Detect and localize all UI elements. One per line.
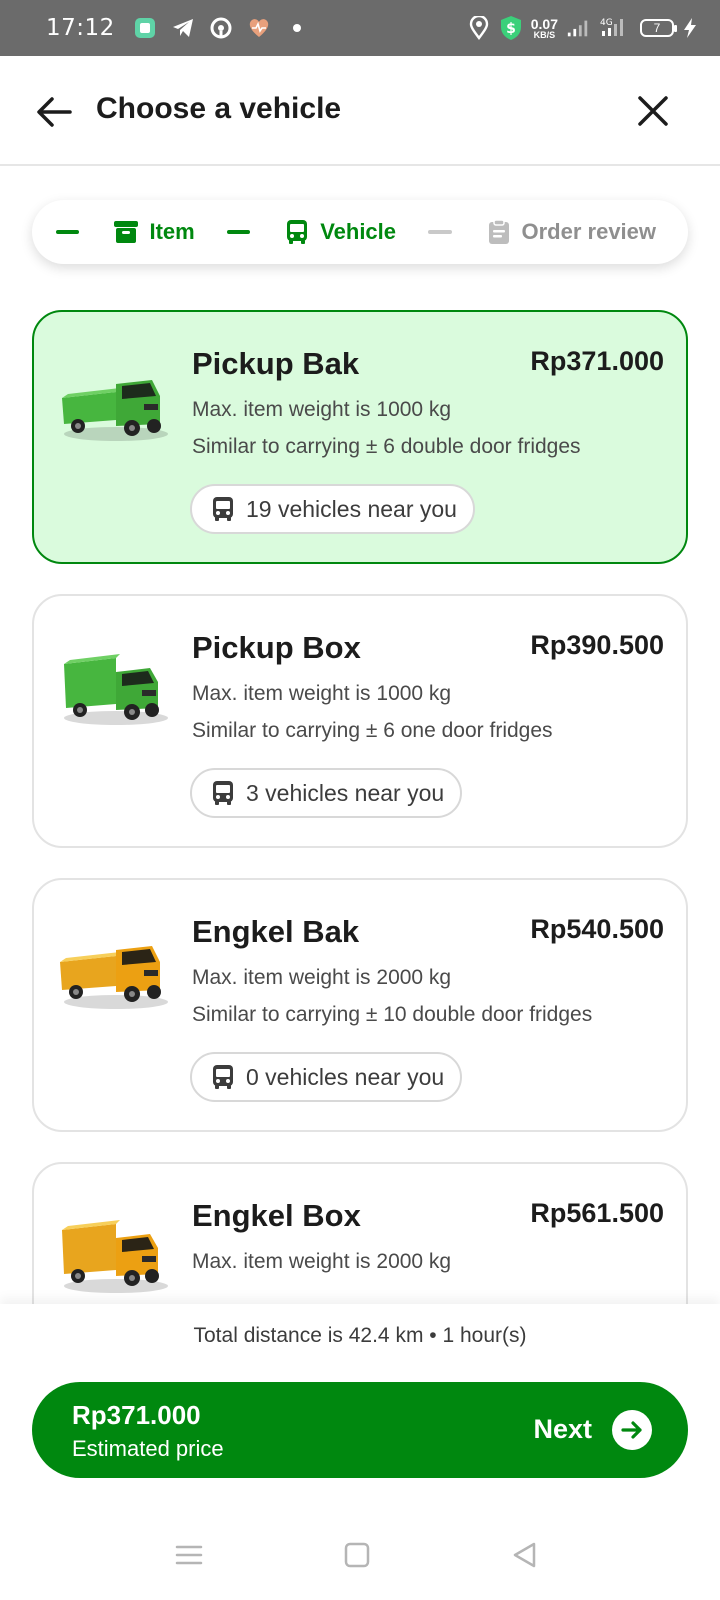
vehicle-max-weight: Max. item weight is 2000 kg bbox=[192, 966, 452, 989]
engkel-box-truck-image bbox=[54, 1214, 174, 1300]
vehicle-max-weight: Max. item weight is 1000 kg bbox=[192, 398, 452, 421]
vehicle-price: Rp561.500 bbox=[530, 1198, 664, 1228]
back-button[interactable] bbox=[34, 92, 74, 132]
step-vehicle-label: Vehicle bbox=[320, 219, 397, 244]
nearby-vehicles-text: 3 vehicles near you bbox=[246, 779, 445, 806]
menu-lines-icon bbox=[175, 1545, 203, 1565]
next-label: Next bbox=[533, 1414, 592, 1444]
recent-apps-button[interactable] bbox=[174, 1540, 204, 1570]
signal-strength-icon bbox=[566, 16, 590, 40]
next-button[interactable]: Rp371.000 Estimated price Next bbox=[32, 1382, 688, 1478]
app-notification-icon bbox=[133, 16, 157, 40]
vehicle-name: Engkel Box bbox=[192, 1198, 361, 1233]
vehicle-card-pickup-box[interactable]: Pickup Box Rp390.500 Max. item weight is… bbox=[32, 594, 688, 848]
telegram-icon bbox=[171, 16, 195, 40]
step-connector bbox=[428, 230, 452, 234]
bus-icon bbox=[210, 1064, 236, 1090]
total-distance: Total distance is 42.4 km • 1 hour(s) bbox=[193, 1324, 527, 1347]
charging-bolt-icon bbox=[682, 16, 698, 40]
nearby-vehicles-text: 0 vehicles near you bbox=[246, 1063, 445, 1090]
step-order-review[interactable]: Order review bbox=[486, 219, 657, 245]
vehicle-capacity-comparison: Similar to carrying ± 6 one door fridges bbox=[192, 719, 553, 742]
battery-icon: 7 bbox=[640, 19, 677, 37]
step-item-label: Item bbox=[149, 219, 195, 244]
pickup-bak-truck-image bbox=[54, 362, 174, 448]
more-dot-icon bbox=[285, 16, 309, 40]
vehicle-price: Rp540.500 bbox=[530, 914, 664, 944]
vehicle-name: Engkel Bak bbox=[192, 914, 360, 949]
network-speed: 0.07 KB/S bbox=[531, 17, 558, 40]
status-time: 17:12 bbox=[46, 15, 115, 41]
engkel-bak-truck-image bbox=[54, 930, 174, 1016]
network-speed-value: 0.07 bbox=[530, 15, 558, 32]
pickup-box-truck-image bbox=[54, 646, 174, 732]
vehicle-name: Pickup Bak bbox=[192, 346, 360, 381]
nearby-vehicles-badge: 3 vehicles near you bbox=[190, 768, 463, 818]
step-connector bbox=[226, 230, 251, 234]
bus-icon bbox=[210, 496, 236, 522]
status-bar: 17:12 $ 0.07 KB/S 4G 7 bbox=[0, 0, 720, 56]
vehicle-capacity-comparison: Similar to carrying ± 6 double door frid… bbox=[192, 435, 581, 458]
network-speed-unit: KB/S bbox=[533, 29, 556, 40]
vehicle-max-weight: Max. item weight is 2000 kg bbox=[192, 1250, 452, 1273]
bus-icon bbox=[210, 780, 236, 806]
nearby-vehicles-badge: 19 vehicles near you bbox=[190, 484, 475, 534]
clipboard-icon bbox=[486, 219, 512, 245]
step-item[interactable]: Item bbox=[113, 219, 195, 245]
battery-level: 7 bbox=[653, 21, 661, 35]
step-order-review-label: Order review bbox=[521, 219, 657, 244]
system-status-icons: $ 0.07 KB/S 4G 7 bbox=[467, 16, 698, 40]
system-navigation-bar bbox=[0, 1510, 720, 1600]
estimated-price-value: Rp371.000 bbox=[72, 1400, 201, 1430]
signal-4g-icon: 4G bbox=[598, 16, 632, 40]
triangle-back-icon bbox=[513, 1542, 536, 1568]
bus-icon bbox=[284, 219, 310, 245]
vehicle-name: Pickup Box bbox=[192, 630, 361, 665]
shield-dollar-icon: $ bbox=[499, 16, 523, 40]
home-button[interactable] bbox=[342, 1540, 372, 1570]
vehicle-card-engkel-bak[interactable]: Engkel Bak Rp540.500 Max. item weight is… bbox=[32, 878, 688, 1132]
page-title: Choose a vehicle bbox=[96, 92, 342, 125]
header: Choose a vehicle bbox=[0, 56, 720, 166]
square-icon bbox=[344, 1542, 370, 1568]
vehicle-capacity-comparison: Similar to carrying ± 10 double door fri… bbox=[192, 1003, 593, 1026]
vehicle-price: Rp390.500 bbox=[530, 630, 664, 660]
nearby-vehicles-text: 19 vehicles near you bbox=[246, 495, 457, 522]
arrow-right-circle-icon bbox=[612, 1410, 652, 1450]
close-icon bbox=[638, 96, 668, 126]
nearby-vehicles-badge: 0 vehicles near you bbox=[190, 1052, 463, 1102]
vehicle-price: Rp371.000 bbox=[530, 346, 664, 376]
network-type-text: 4G bbox=[600, 18, 613, 28]
estimated-price-label: Estimated price bbox=[72, 1436, 224, 1461]
bottom-panel: Total distance is 42.4 km • 1 hour(s) Rp… bbox=[0, 1304, 720, 1510]
box-icon bbox=[113, 219, 139, 245]
close-button[interactable] bbox=[634, 92, 672, 130]
back-nav-button[interactable] bbox=[510, 1540, 540, 1570]
vehicle-max-weight: Max. item weight is 1000 kg bbox=[192, 682, 452, 705]
health-heart-icon bbox=[247, 16, 271, 40]
arrow-left-icon bbox=[37, 97, 72, 127]
svg-text:$: $ bbox=[506, 21, 516, 37]
step-vehicle[interactable]: Vehicle bbox=[284, 219, 396, 245]
location-icon bbox=[467, 16, 491, 40]
progress-stepper: Item Vehicle Order review bbox=[32, 200, 688, 264]
vehicle-card-pickup-bak[interactable]: Pickup Bak Rp371.000 Max. item weight is… bbox=[32, 310, 688, 564]
sync-icon bbox=[209, 16, 233, 40]
notification-icons bbox=[133, 16, 309, 40]
step-connector bbox=[56, 230, 80, 234]
